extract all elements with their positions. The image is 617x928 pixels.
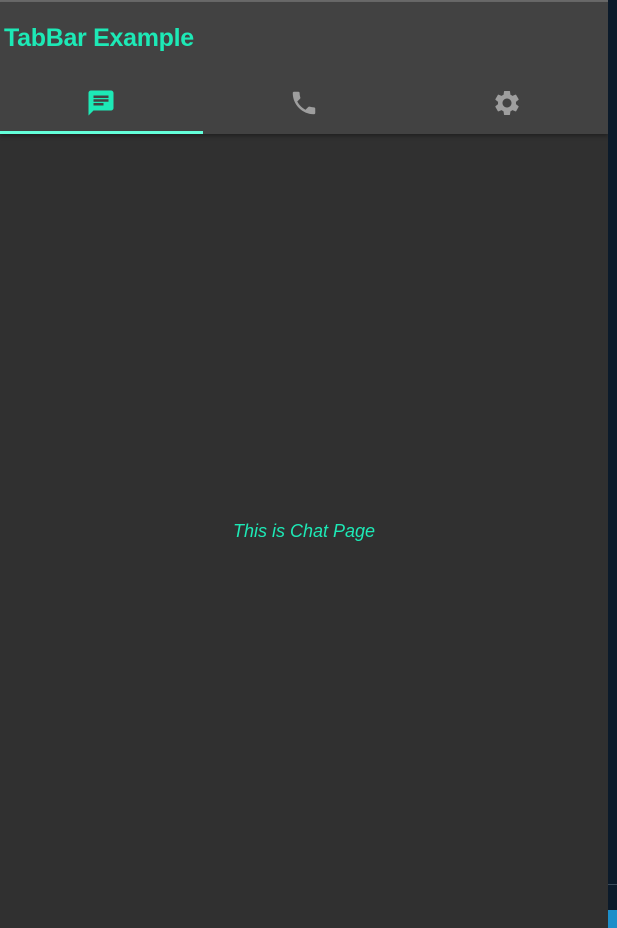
phone-icon bbox=[289, 88, 319, 118]
background-divider bbox=[608, 884, 617, 885]
tab-content-area: This is Chat Page bbox=[0, 134, 608, 928]
app-bar: TabBar Example bbox=[0, 2, 608, 134]
tab-settings[interactable] bbox=[405, 72, 608, 134]
tab-chat[interactable] bbox=[0, 72, 203, 134]
tab-bar bbox=[0, 72, 608, 134]
app-window: TabBar Example This is Chat Page bbox=[0, 0, 608, 928]
chat-icon bbox=[86, 88, 116, 118]
page-text: This is Chat Page bbox=[232, 520, 376, 541]
app-title: TabBar Example bbox=[4, 24, 194, 52]
settings-icon bbox=[492, 88, 522, 118]
background-window-strip bbox=[608, 0, 617, 928]
background-accent-block bbox=[608, 910, 617, 928]
tab-phone[interactable] bbox=[203, 72, 406, 134]
